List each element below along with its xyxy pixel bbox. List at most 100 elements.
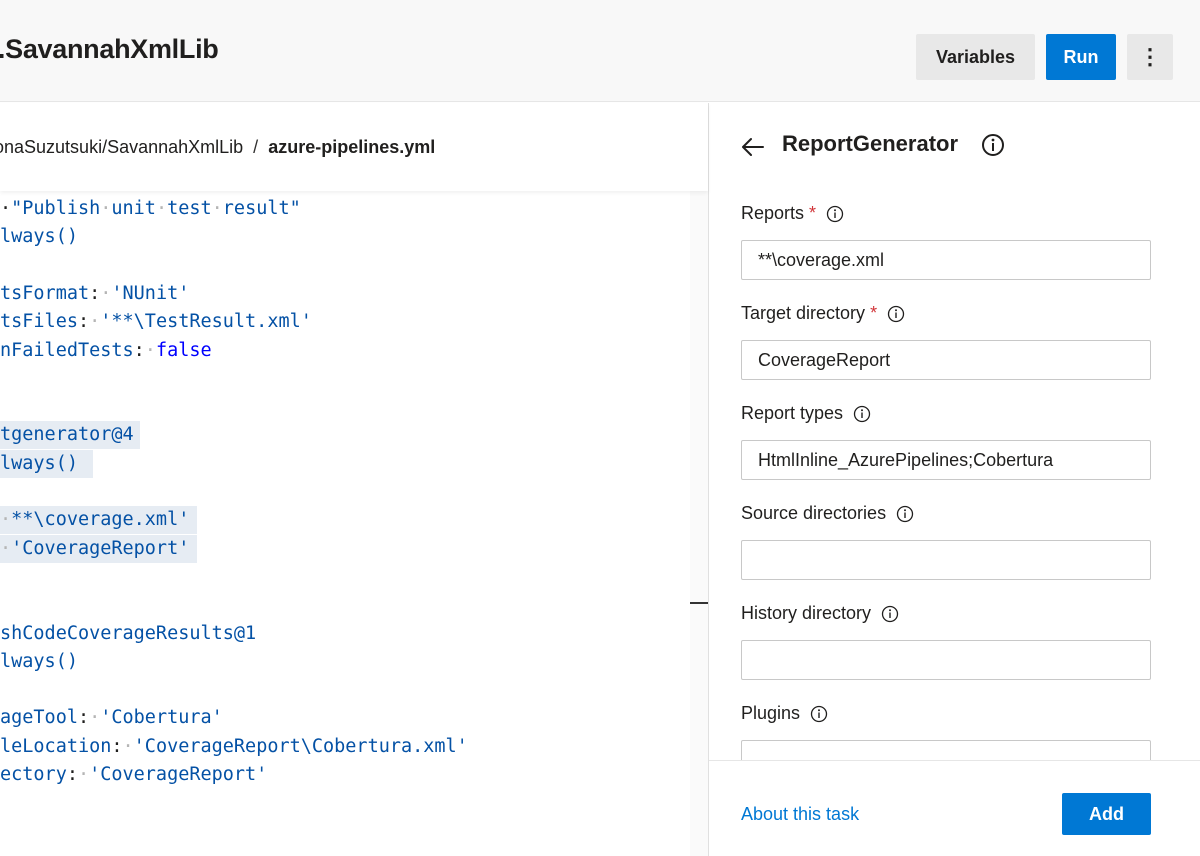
code-line: lways(): [0, 449, 93, 478]
code-token: ·: [0, 509, 12, 531]
code-token: tgenerator@4: [0, 424, 134, 446]
code-token: :: [66, 764, 78, 785]
code-token: ageTool: [0, 707, 78, 729]
code-line: tgenerator@4: [0, 421, 140, 450]
reports-input[interactable]: [741, 240, 1151, 280]
code-token: ·: [89, 311, 101, 333]
code-line: leLocation:·'CoverageReport\Cobertura.xm…: [0, 733, 468, 761]
pipeline-header: ki.SavannahXmlLib Variables Run ⋮: [0, 0, 1200, 102]
breadcrumb-bar: onaSuzutsuki/SavannahXmlLib / azure-pipeli…: [0, 103, 708, 191]
code-token: test: [167, 198, 212, 219]
back-arrow-icon[interactable]: [739, 133, 767, 161]
code-line: ·**\coverage.xml': [0, 506, 197, 535]
code-token: '**\TestResult.xml': [100, 311, 312, 333]
code-token: 'CoverageReport': [11, 537, 190, 559]
info-icon[interactable]: [810, 705, 828, 723]
editor-scroll-marker: [690, 602, 708, 604]
field-label-text: Source directories: [741, 503, 887, 523]
page-title: ki.SavannahXmlLib: [0, 34, 219, 64]
code-token: :: [89, 282, 101, 304]
info-icon[interactable]: [896, 505, 914, 523]
code-token: 'Cobertura': [100, 707, 223, 729]
more-options-button[interactable]: ⋮: [1127, 34, 1173, 80]
code-line: ·'CoverageReport': [0, 534, 197, 563]
editor-scrollbar[interactable]: [690, 191, 708, 856]
history-directory-input[interactable]: [741, 640, 1151, 680]
code-token: tsFiles: [0, 311, 78, 333]
code-token: lways(): [0, 452, 78, 474]
code-token: ectory: [0, 764, 67, 785]
code-token: lways(): [0, 650, 78, 672]
report-types-input[interactable]: [741, 440, 1151, 480]
info-icon[interactable]: [981, 133, 1005, 157]
code-line: ectory:·'CoverageReport': [0, 761, 267, 789]
code-token: :: [133, 339, 145, 361]
code-token: :: [77, 707, 90, 729]
run-button[interactable]: Run: [1046, 34, 1116, 80]
field-label-text: Report types: [741, 403, 844, 423]
code-token: ·: [100, 282, 112, 304]
required-marker: *: [809, 203, 817, 223]
code-token: result": [222, 198, 301, 219]
source-directories-label: Source directories: [741, 503, 914, 524]
code-token: "Publish: [11, 198, 101, 219]
code-token: 'CoverageReport': [89, 764, 268, 785]
code-line: nFailedTests:·false: [0, 337, 212, 365]
code-token: ·: [0, 537, 12, 559]
breadcrumb: onaSuzutsuki/SavannahXmlLib / azure-pipeli…: [0, 137, 435, 158]
plugins-label: Plugins: [741, 703, 828, 724]
code-token: shCodeCoverageResults@1: [0, 622, 257, 644]
code-token: ·: [211, 198, 223, 219]
info-icon[interactable]: [881, 605, 899, 623]
breadcrumb-separator: /: [253, 137, 259, 157]
code-line: tsFormat:·'NUnit': [0, 280, 189, 308]
code-line: lways(): [0, 223, 78, 251]
history-directory-label: History directory: [741, 603, 899, 624]
code-token: ·: [100, 198, 112, 219]
field-label-text: History directory: [741, 603, 872, 623]
code-token: nFailedTests: [0, 339, 134, 361]
code-token: ·: [144, 339, 156, 361]
code-line: lways(): [0, 648, 78, 676]
info-icon[interactable]: [853, 405, 871, 423]
panel-footer: About this task Add: [709, 760, 1200, 856]
task-form-scroll-area[interactable]: ReportGenerator Reports*Target directory…: [709, 103, 1200, 760]
target-directory-input[interactable]: [741, 340, 1151, 380]
reports-label: Reports *: [741, 203, 844, 224]
code-token: :: [111, 735, 123, 757]
task-title: ReportGenerator: [782, 131, 959, 156]
code-token: ·: [155, 198, 168, 219]
code-token: 'NUnit': [111, 282, 190, 304]
code-line: ageTool:·'Cobertura': [0, 704, 223, 732]
variables-button[interactable]: Variables: [916, 34, 1035, 80]
code-line: tsFiles:·'**\TestResult.xml': [0, 308, 312, 336]
code-token: ·: [0, 198, 12, 219]
yaml-code-editor[interactable]: ·"Publish·unit·test·result" lways() tsForm…: [0, 191, 690, 856]
code-token: ·: [122, 735, 134, 757]
code-token: lways(): [0, 226, 78, 248]
required-marker: *: [870, 303, 878, 323]
plugins-input[interactable]: [741, 740, 1151, 760]
code-token: ·: [77, 764, 90, 785]
code-token: ·: [89, 707, 101, 729]
report-types-label: Report types: [741, 403, 871, 424]
source-directories-input[interactable]: [741, 540, 1151, 580]
code-token: 'CoverageReport\Cobertura.xml': [133, 735, 468, 757]
breadcrumb-repo-link[interactable]: onaSuzutsuki/SavannahXmlLib: [0, 137, 243, 157]
task-config-panel: ReportGenerator Reports*Target directory…: [709, 103, 1200, 856]
breadcrumb-file: azure-pipelines.yml: [268, 137, 436, 157]
code-line: shCodeCoverageResults@1: [0, 620, 256, 648]
code-token: false: [155, 339, 212, 361]
code-token: :: [77, 311, 90, 333]
code-token: **\coverage.xml': [11, 509, 190, 531]
field-label-text: Reports: [741, 203, 805, 223]
target-directory-label: Target directory *: [741, 303, 905, 324]
code-token: tsFormat: [0, 282, 90, 304]
info-icon[interactable]: [887, 305, 905, 323]
about-this-task-link[interactable]: About this task: [741, 804, 859, 825]
add-button[interactable]: Add: [1062, 793, 1151, 835]
info-icon[interactable]: [826, 205, 844, 223]
code-token: unit: [111, 198, 156, 219]
field-label-text: Plugins: [741, 703, 801, 723]
code-token: leLocation: [0, 735, 112, 757]
